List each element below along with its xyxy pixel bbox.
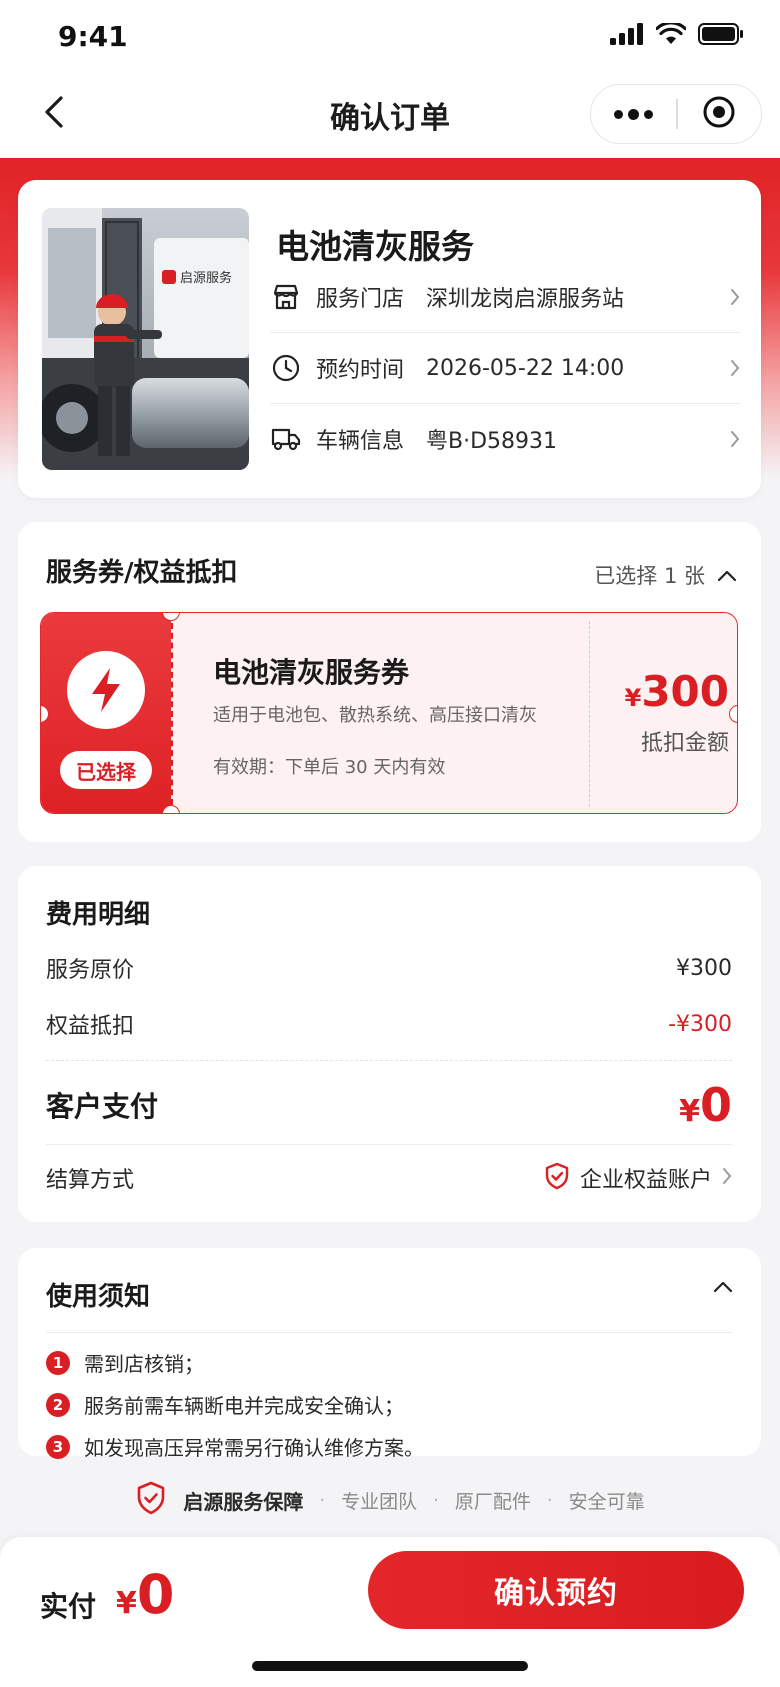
status-time: 9:41 [58,19,128,53]
notice-item: 3 如发现高压异常需另行确认维修方案。 [46,1432,424,1461]
appointment-time-label: 预约时间 [316,358,405,383]
store-row[interactable]: 服务门店 深圳龙岗启源服务站 [270,262,740,332]
chevron-right-icon [720,359,740,377]
shield-check-icon [135,1481,167,1519]
guarantee-item: 专业团队 [341,1490,418,1513]
guarantee-item: 原厂配件 [454,1490,531,1513]
service-info-card: 启源服务 电池清灰服务 服务门店 深圳龙岗启源服务站 预约时间 2026-05-… [18,180,761,498]
paid-label: 实付 [40,1590,97,1623]
usage-notice-section: 使用须知 1 需到店核销； 2 服务前需车辆断电并完成安全确认； 3 如发现高压… [18,1248,761,1460]
notice-item: 2 服务前需车辆断电并完成安全确认； [46,1390,404,1419]
lightning-icon [67,651,145,729]
appointment-time-value: 2026-05-22 14:00 [426,355,625,381]
deduction-label: 权益抵扣 [46,1014,135,1039]
settlement-method-value: 企业权益账户 [579,1168,712,1193]
original-price-value: ¥300 [676,955,732,981]
home-indicator [252,1661,528,1671]
status-bar: 9:41 [0,0,780,72]
original-price-row: 服务原价 ¥300 [46,952,732,984]
fee-section-title: 费用明细 [46,900,151,930]
deduction-row: 权益抵扣 -¥300 [46,1008,732,1040]
vehicle-info-value: 粤B·D58931 [426,429,558,454]
navigation-bar: 确认订单 [0,72,780,158]
shield-check-icon [544,1162,570,1194]
confirm-booking-button[interactable]: 确认预约 [368,1551,744,1629]
service-photo: 启源服务 [42,208,249,470]
more-dots-icon [614,109,624,119]
coupon-section-title: 服务券/权益抵扣 [46,558,238,588]
chevron-right-icon [720,288,740,306]
bottom-action-bar: 实付 ¥0 确认预约 [0,1537,780,1687]
battery-icon [698,23,744,49]
page-title: 确认订单 [330,101,450,136]
original-price-label: 服务原价 [46,958,135,983]
coupon-description: 适用于电池包、散热系统、高压接口清灰 [213,705,537,726]
coupon-selected-chip: 已选择 [60,751,152,789]
signal-icon [610,23,644,49]
more-options-button[interactable] [591,84,676,144]
chevron-left-icon [43,95,65,133]
coupon-validity: 有效期：下单后 30 天内有效 [213,757,446,778]
chevron-up-icon [717,563,737,587]
paid-amount: ¥0 [116,1563,175,1626]
notice-item: 1 需到店核销； [46,1348,204,1377]
coupon-name: 电池清灰服务券 [213,656,410,689]
notice-section-title: 使用须知 [46,1282,151,1312]
back-button[interactable] [34,94,74,134]
target-icon [702,95,736,133]
number-badge: 3 [46,1434,70,1459]
deduction-value: -¥300 [668,1011,732,1037]
close-mini-program-button[interactable] [678,84,761,144]
mini-program-capsule [590,84,762,144]
vehicle-info-row[interactable]: 车辆信息 粤B·D58931 [270,404,740,474]
svg-text:启源服务: 启源服务 [180,270,232,286]
store-value: 深圳龙岗启源服务站 [426,287,625,312]
coupon-selection-toggle[interactable]: 已选择 1 张 [594,560,737,590]
appointment-time-row[interactable]: 预约时间 2026-05-22 14:00 [270,333,740,403]
vehicle-info-label: 车辆信息 [316,429,405,454]
number-badge: 1 [46,1350,70,1375]
chevron-up-icon [713,1278,733,1297]
guarantee-title: 启源服务保障 [183,1489,304,1514]
store-icon [270,281,302,313]
wifi-icon [655,21,687,49]
coupon-ticket[interactable]: 已选择 电池清灰服务券 适用于电池包、散热系统、高压接口清灰 有效期：下单后 3… [40,612,738,814]
notice-collapse-button[interactable] [713,1278,733,1297]
settlement-method-row[interactable]: 结算方式 企业权益账户 [46,1162,732,1194]
chevron-right-icon [722,1167,732,1189]
coupon-amount-label: 抵扣金额 [640,731,729,756]
truck-icon [270,423,302,455]
guarantee-item: 安全可靠 [568,1490,645,1513]
store-label: 服务门店 [316,287,405,312]
status-icons [610,21,744,49]
number-badge: 2 [46,1392,70,1417]
customer-payment-label: 客户支付 [46,1090,159,1123]
clock-icon [270,352,302,384]
coupon-selected-count: 已选择 1 张 [594,564,705,588]
service-guarantee-strip: 启源服务保障 · 专业团队 · 原厂配件 · 安全可靠 [0,1480,780,1520]
coupon-amount: ¥300 [624,667,729,716]
fee-detail-section: 费用明细 服务原价 ¥300 权益抵扣 -¥300 客户支付 ¥0 结算方式 企… [18,866,761,1222]
customer-payment-row: 客户支付 ¥0 [46,1078,732,1132]
service-title: 电池清灰服务 [276,227,474,266]
chevron-right-icon [720,430,740,448]
customer-payment-amount: ¥0 [679,1078,732,1132]
coupon-section: 服务券/权益抵扣 已选择 1 张 已选择 电池清灰服务券 适用于电池包、散热系统… [18,522,761,842]
settlement-method-label: 结算方式 [46,1168,135,1193]
